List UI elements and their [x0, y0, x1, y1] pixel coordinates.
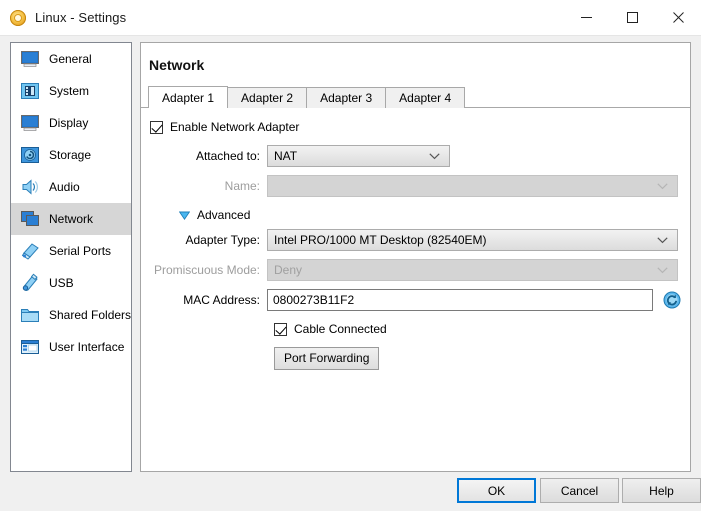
refresh-circular-icon[interactable] — [662, 290, 682, 310]
advanced-expander[interactable]: Advanced — [141, 203, 690, 227]
network-cards-icon — [19, 208, 41, 230]
adapter-type-select[interactable]: Intel PRO/1000 MT Desktop (82540EM) — [267, 229, 678, 251]
checkbox-box — [274, 322, 287, 336]
cancel-label: Cancel — [560, 483, 599, 498]
adapter-type-value: Intel PRO/1000 MT Desktop (82540EM) — [274, 233, 487, 247]
checkbox-label: Enable Network Adapter — [170, 120, 300, 134]
sidebar-item-label: Network — [49, 212, 94, 226]
checkbox-box — [150, 120, 163, 134]
help-label: Help — [649, 483, 674, 498]
serial-port-icon — [19, 240, 41, 262]
mac-address-value: 0800273B11F2 — [273, 293, 355, 307]
tab-adapter-1[interactable]: Adapter 1 — [148, 86, 229, 109]
tab-label: Adapter 1 — [162, 90, 215, 105]
sidebar-item-label: Display — [49, 116, 89, 130]
help-button[interactable]: Help — [622, 478, 701, 503]
mac-address-input[interactable]: 0800273B11F2 — [267, 289, 653, 311]
display-icon — [19, 112, 41, 134]
tab-adapter-3[interactable]: Adapter 3 — [306, 87, 387, 108]
adapter-settings-form: Enable Network Adapter Attached to: NAT … — [141, 115, 690, 471]
sidebar-item-usb[interactable]: USB — [11, 267, 131, 299]
sidebar-item-user-interface[interactable]: User Interface — [11, 331, 131, 363]
port-forwarding-label: Port Forwarding — [284, 351, 370, 365]
sidebar-item-system[interactable]: System — [11, 75, 131, 107]
sidebar-item-shared-folders[interactable]: Shared Folders — [11, 299, 131, 331]
monitor-icon — [19, 48, 41, 70]
sidebar-item-label: Shared Folders — [49, 308, 132, 322]
sidebar-item-label: Audio — [49, 180, 80, 194]
cable-connected-checkbox[interactable]: Cable Connected — [274, 322, 387, 336]
sidebar-item-audio[interactable]: Audio — [11, 171, 131, 203]
adapter-tabs[interactable]: Adapter 1 Adapter 2 Adapter 3 Adapter 4 — [148, 86, 690, 109]
folder-icon — [19, 304, 41, 326]
window-icon — [19, 336, 41, 358]
port-forwarding-button[interactable]: Port Forwarding — [274, 346, 380, 370]
tab-adapter-2[interactable]: Adapter 2 — [227, 87, 308, 108]
chevron-down-icon — [657, 237, 668, 244]
cancel-button[interactable]: Cancel — [540, 478, 619, 503]
attached-to-select[interactable]: NAT — [267, 145, 450, 167]
title-bar: Linux - Settings — [0, 0, 701, 36]
promiscuous-mode-label: Promiscuous Mode: — [153, 263, 260, 277]
sidebar-item-label: User Interface — [49, 340, 125, 354]
advanced-label: Advanced — [197, 208, 251, 222]
chevron-down-icon — [657, 267, 668, 274]
sidebar-item-label: Storage — [49, 148, 92, 162]
speaker-icon — [19, 176, 41, 198]
tab-adapter-4[interactable]: Adapter 4 — [385, 87, 466, 108]
settings-category-list[interactable]: General System Display Storage Audio Net… — [10, 42, 132, 472]
sidebar-item-label: General — [49, 52, 92, 66]
sidebar-item-label: USB — [49, 276, 74, 290]
chevron-down-icon — [429, 153, 440, 160]
settings-content-panel: Network Adapter 1 Adapter 2 Adapter 3 Ad… — [140, 42, 691, 472]
tab-label: Adapter 4 — [399, 91, 452, 105]
sidebar-item-display[interactable]: Display — [11, 107, 131, 139]
minimize-icon[interactable] — [563, 0, 609, 35]
sidebar-item-label: Serial Ports — [49, 244, 112, 258]
triangle-down-icon — [179, 211, 190, 220]
ok-label: OK — [487, 483, 506, 498]
harddisk-icon — [19, 144, 41, 166]
sidebar-item-network[interactable]: Network — [11, 203, 131, 235]
tab-label: Adapter 2 — [241, 91, 294, 105]
sidebar-item-serial-ports[interactable]: Serial Ports — [11, 235, 131, 267]
sidebar-item-label: System — [49, 84, 90, 98]
tab-label: Adapter 3 — [320, 91, 373, 105]
ok-button[interactable]: OK — [457, 478, 536, 503]
close-icon[interactable] — [655, 0, 701, 35]
page-title: Network — [149, 57, 205, 73]
virtualbox-gear-icon — [10, 9, 26, 26]
dialog-buttons: OK Cancel Help — [0, 478, 701, 511]
adapter-type-label: Adapter Type: — [185, 233, 261, 247]
sidebar-item-storage[interactable]: Storage — [11, 139, 131, 171]
usb-icon — [19, 272, 41, 294]
motherboard-icon — [19, 80, 41, 102]
chevron-down-icon — [657, 183, 668, 190]
enable-network-adapter-checkbox[interactable]: Enable Network Adapter — [150, 120, 299, 134]
mac-address-label: MAC Address: — [183, 293, 260, 307]
attached-to-value: NAT — [274, 149, 298, 163]
window-controls — [563, 0, 701, 35]
name-select — [267, 175, 678, 197]
window-title: Linux - Settings — [35, 10, 127, 25]
maximize-icon[interactable] — [609, 0, 655, 35]
attached-to-label: Attached to: — [195, 149, 260, 163]
checkbox-label: Cable Connected — [294, 322, 387, 336]
promiscuous-mode-value: Deny — [274, 263, 303, 277]
name-label: Name: — [224, 179, 260, 193]
promiscuous-mode-select: Deny — [267, 259, 678, 281]
sidebar-item-general[interactable]: General — [11, 43, 131, 75]
